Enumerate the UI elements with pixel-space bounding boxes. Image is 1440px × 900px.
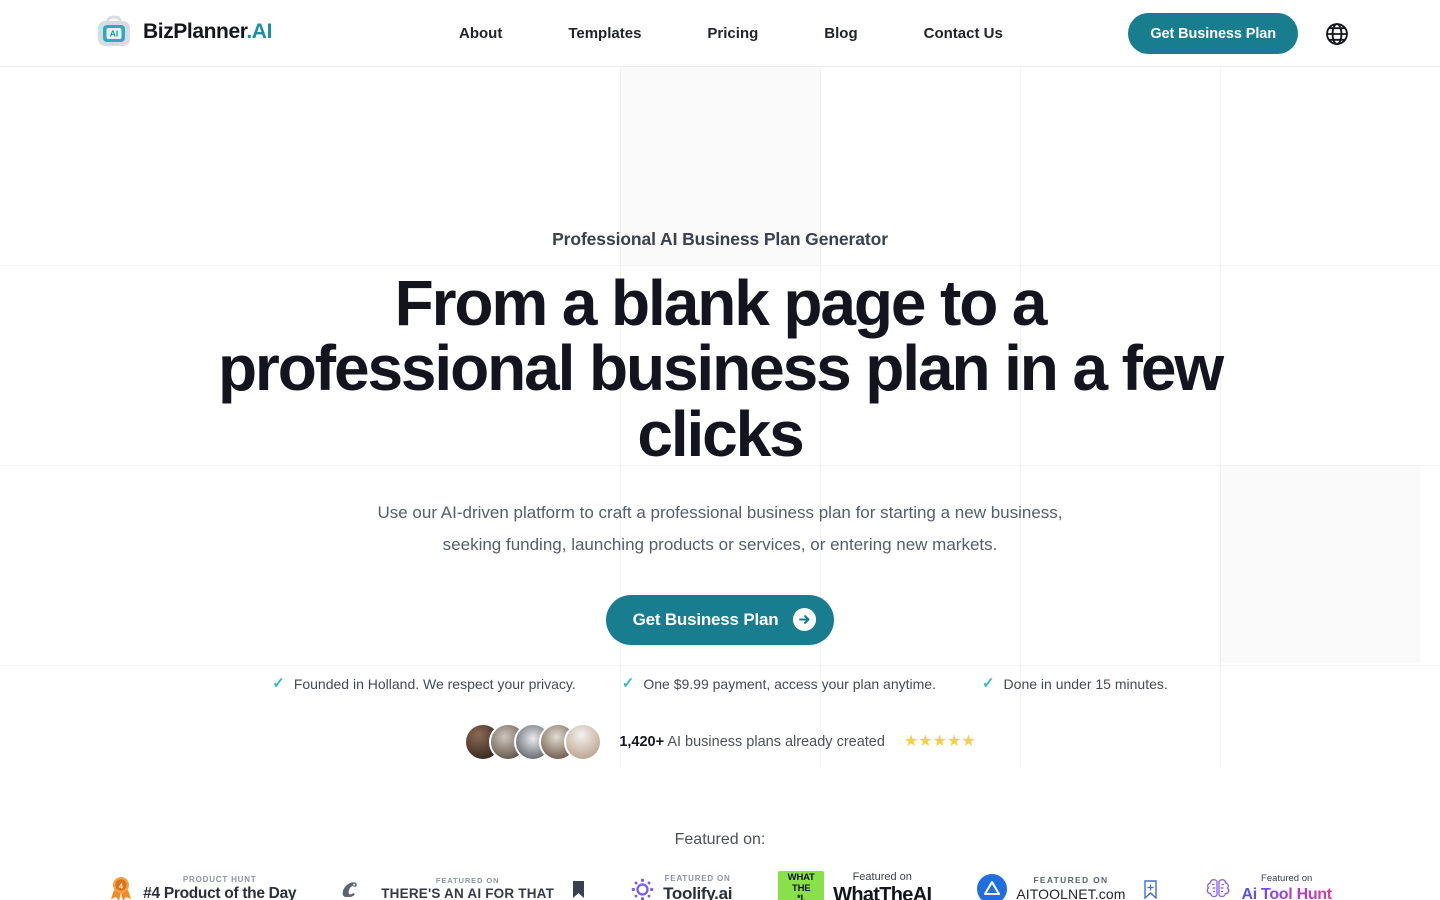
- toolify-gear-icon: [631, 878, 654, 900]
- feature-check-label: One $9.99 payment, access your plan anyt…: [643, 675, 936, 692]
- avatar: [564, 722, 603, 761]
- avatar-group: [464, 722, 603, 761]
- header-actions: Get Business Plan: [1128, 0, 1350, 67]
- featured-logo-aitoolnet[interactable]: FEATURED ON AITOOLNET.com: [977, 874, 1157, 900]
- feature-check-label: Done in under 15 minutes.: [1003, 675, 1168, 692]
- product-hunt-medal-icon: 4: [111, 877, 132, 900]
- hero-eyebrow: Professional AI Business Plan Generator: [552, 229, 888, 249]
- svg-text:4: 4: [119, 884, 123, 891]
- feature-check-label: Founded in Holland. We respect your priv…: [293, 675, 576, 692]
- feature-check-item: ✓ Done in under 15 minutes.: [982, 676, 1168, 692]
- featured-logo-toolify[interactable]: FEATURED ON Toolify.ai: [631, 874, 732, 900]
- check-icon: ✓: [272, 675, 285, 693]
- ai-briefcase-chip-logo-icon: AI: [98, 15, 130, 46]
- toolify-sub: FEATURED ON: [664, 874, 731, 884]
- feature-check-item: ✓ One $9.99 payment, access your plan an…: [622, 676, 936, 692]
- aitoolnet-text: FEATURED ON AITOOLNET.com: [1016, 874, 1126, 900]
- brand-name: BizPlanner.AI: [143, 20, 272, 44]
- nav-item-contact-us[interactable]: Contact Us: [891, 0, 1036, 67]
- brand-name-text: BizPlanner: [143, 20, 247, 43]
- plans-created-label: AI business plans already created: [667, 733, 885, 750]
- whattheai-green-box: WHAT THE *I.: [778, 871, 825, 900]
- featured-on-label: Featured on:: [674, 830, 766, 848]
- toolify-main: Toolify.ai: [663, 884, 733, 900]
- arrow-right-circle-icon: [793, 608, 817, 632]
- bookmark-plus-icon[interactable]: [1143, 879, 1157, 899]
- check-icon: ✓: [621, 675, 635, 693]
- landing-page: AI BizPlanner.AI About Templates Pricing…: [0, 0, 1440, 900]
- aitoolnet-triangle-icon: [977, 874, 1008, 900]
- check-icon: ✓: [981, 675, 995, 693]
- nav-item-about[interactable]: About: [440, 0, 535, 67]
- primary-nav: About Templates Pricing Blog Contact Us: [440, 0, 1036, 67]
- product-hunt-sub: PRODUCT HUNT: [182, 875, 257, 885]
- ai-tool-hunt-text: Featured on Ai Tool Hunt: [1242, 872, 1333, 900]
- feature-check-item: ✓ Founded in Holland. We respect your pr…: [272, 676, 576, 692]
- svg-text:AI: AI: [110, 29, 119, 39]
- nav-item-templates[interactable]: Templates: [535, 0, 674, 67]
- toolify-text: FEATURED ON Toolify.ai: [663, 874, 732, 900]
- bookmark-icon[interactable]: [572, 880, 585, 899]
- social-proof-text: 1,420+ AI business plans already created: [619, 734, 885, 750]
- featured-logo-whattheai[interactable]: WHAT THE *I. Featured on WhatTheAI: [778, 870, 932, 900]
- brand-tld-text: .AI: [246, 20, 273, 43]
- site-header: AI BizPlanner.AI About Templates Pricing…: [0, 0, 1440, 67]
- hero-cta-wrap: Get Business Plan: [0, 594, 1440, 645]
- featured-logo-product-hunt[interactable]: 4 PRODUCT HUNT #4 Product of the Day: [108, 875, 297, 900]
- aitoolnet-main: AITOOLNET.com: [1016, 886, 1126, 900]
- brand-logo-link[interactable]: AI BizPlanner.AI: [96, 14, 272, 50]
- page-title: From a blank page to a professional busi…: [217, 267, 1224, 470]
- whattheai-main: WhatTheAI: [833, 884, 932, 900]
- taaft-main: THERE'S AN AI FOR THAT: [381, 886, 555, 900]
- hero-cta-label: Get Business Plan: [632, 609, 779, 629]
- featured-logo-ai-tool-hunt[interactable]: Featured on Ai Tool Hunt: [1203, 872, 1333, 900]
- featured-logo-theres-an-ai-for-that[interactable]: FEATURED ON THERE'S AN AI FOR THAT: [342, 875, 585, 900]
- ai-tool-hunt-sub: Featured on: [1261, 872, 1313, 884]
- aitoolnet-sub: FEATURED ON: [1033, 874, 1109, 885]
- hero-get-business-plan-button[interactable]: Get Business Plan: [605, 594, 835, 645]
- hero-subhead: Use our AI-driven platform to craft a pr…: [377, 502, 1063, 554]
- product-hunt-main: #4 Product of the Day: [143, 885, 297, 900]
- hero-feature-checks: ✓ Founded in Holland. We respect your pr…: [0, 676, 1440, 692]
- whattheai-box-line-3: *I.: [796, 893, 806, 900]
- nav-item-blog[interactable]: Blog: [791, 0, 890, 67]
- nav-item-pricing[interactable]: Pricing: [674, 0, 791, 67]
- product-hunt-text: PRODUCT HUNT #4 Product of the Day: [143, 875, 296, 900]
- ai-tool-hunt-main: Ai Tool Hunt: [1242, 886, 1333, 900]
- social-proof: 1,420+ AI business plans already created…: [0, 722, 1440, 761]
- taaft-text: FEATURED ON THERE'S AN AI FOR THAT: [381, 875, 555, 900]
- whattheai-sub: Featured on: [852, 870, 912, 883]
- whattheai-text: Featured on WhatTheAI: [833, 870, 932, 900]
- ai-tool-hunt-brain-icon: [1206, 879, 1229, 898]
- globe-icon[interactable]: [1324, 21, 1350, 47]
- header-get-business-plan-button[interactable]: Get Business Plan: [1128, 13, 1298, 54]
- hero-section: Professional AI Business Plan Generator …: [0, 67, 1440, 900]
- star-rating: ★★★★★: [903, 732, 976, 750]
- taaft-seal-icon: [342, 882, 358, 898]
- featured-logos-row: 4 PRODUCT HUNT #4 Product of the Day FEA…: [0, 871, 1440, 900]
- plans-created-count: 1,420+: [619, 733, 665, 750]
- taaft-sub: FEATURED ON: [435, 875, 500, 885]
